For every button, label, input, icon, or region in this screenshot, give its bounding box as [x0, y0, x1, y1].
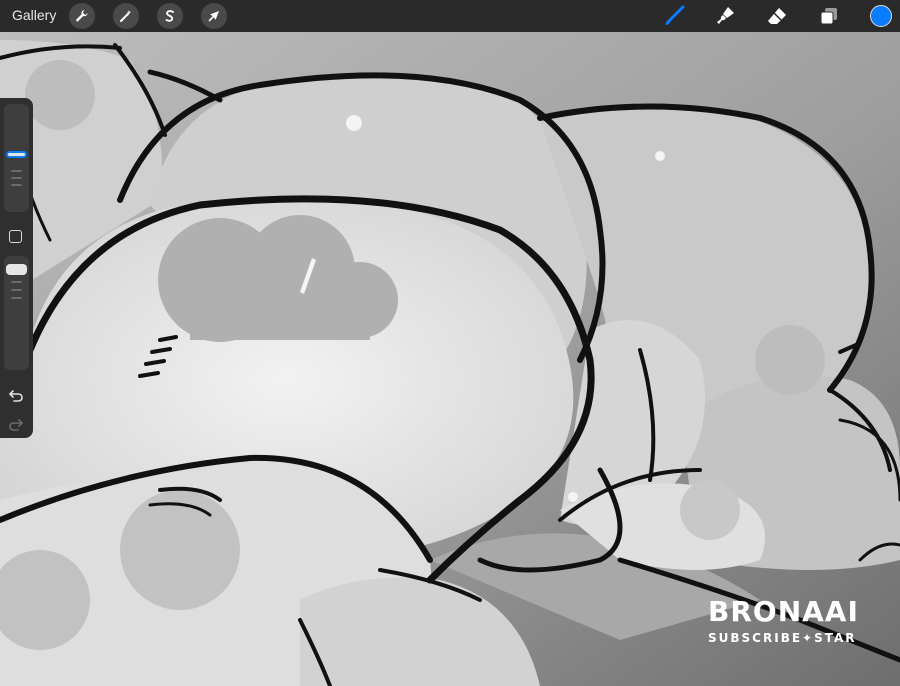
watermark: BRONAAI SUBSCRIBE✦STAR — [708, 595, 868, 646]
move-arrow-icon — [208, 11, 219, 22]
opacity-thumb[interactable] — [6, 264, 27, 275]
brush-size-thumb[interactable] — [6, 151, 27, 158]
redo-arrow-icon[interactable] — [8, 416, 24, 432]
adjustments-button[interactable] — [113, 3, 139, 29]
slider-tick — [11, 281, 22, 283]
magic-wand-icon — [120, 10, 132, 22]
layers-button[interactable] — [817, 4, 841, 28]
brush-icon — [665, 5, 685, 25]
slider-tick — [11, 297, 22, 299]
watermark-subtitle: SUBSCRIBE✦STAR — [708, 631, 857, 645]
opacity-slider[interactable] — [4, 256, 29, 370]
slider-tick — [11, 177, 22, 179]
modify-button[interactable] — [9, 230, 22, 243]
smudge-icon — [717, 7, 734, 24]
layers-icon — [820, 8, 837, 25]
top-toolbar: Gallery — [0, 0, 900, 32]
brush-size-slider[interactable] — [4, 104, 29, 212]
selection-button[interactable] — [157, 3, 183, 29]
brush-tool-button[interactable] — [662, 4, 686, 28]
eraser-icon — [768, 8, 786, 24]
color-picker-button[interactable] — [870, 5, 892, 27]
wrench-icon — [76, 10, 88, 22]
artwork — [0, 32, 900, 686]
watermark-title: BRONAAI — [708, 595, 859, 628]
drawing-canvas[interactable] — [0, 32, 900, 686]
smudge-tool-button[interactable] — [713, 4, 737, 28]
gallery-button[interactable]: Gallery — [12, 7, 56, 23]
undo-arrow-icon[interactable] — [8, 387, 24, 403]
actions-button[interactable] — [69, 3, 95, 29]
transform-button[interactable] — [201, 3, 227, 29]
selection-s-icon — [165, 10, 174, 22]
left-sidebar — [0, 98, 33, 438]
slider-tick — [11, 184, 22, 186]
slider-tick — [11, 289, 22, 291]
eraser-tool-button[interactable] — [765, 4, 789, 28]
slider-tick — [11, 170, 22, 172]
